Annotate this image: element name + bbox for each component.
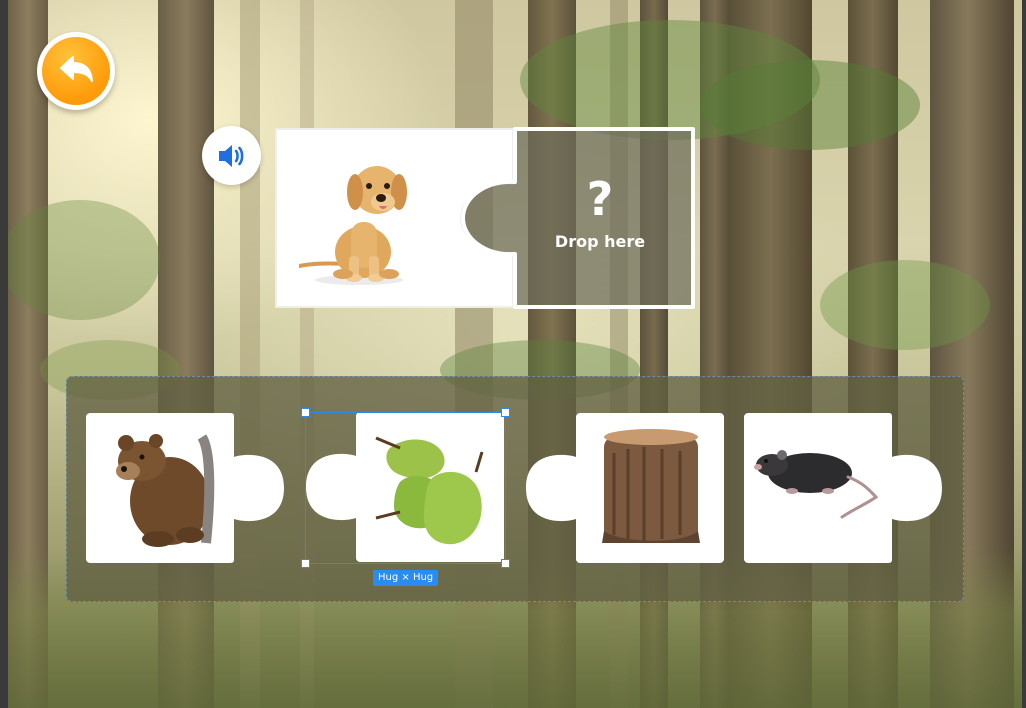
piece-tree-stump[interactable] [524, 413, 724, 563]
piece-pears[interactable] [304, 412, 504, 562]
back-button[interactable] [37, 32, 115, 110]
back-arrow-icon [60, 56, 93, 82]
speaker-button[interactable] [202, 126, 261, 185]
piece-rat[interactable] [744, 413, 944, 563]
tree-stump-image [602, 429, 700, 543]
target-puzzle: ? Drop here [273, 126, 697, 310]
piece-bear[interactable] [86, 413, 286, 563]
question-mark: ? [586, 172, 614, 226]
hug-size-badge: Hug × Hug [373, 570, 439, 586]
drop-here-label: Drop here [554, 232, 646, 251]
speaker-icon [218, 144, 243, 167]
drop-zone[interactable]: ? Drop here [517, 174, 683, 251]
puppy-image [299, 166, 407, 285]
